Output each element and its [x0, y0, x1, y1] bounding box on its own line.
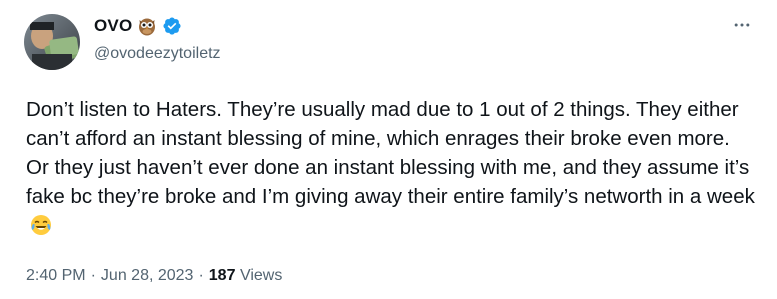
verified-badge-icon — [162, 16, 182, 36]
tweet-time[interactable]: 2:40 PM — [26, 267, 86, 285]
owl-emoji-icon — [137, 16, 157, 36]
author-display-name[interactable]: OVO — [94, 16, 132, 36]
tweet-text: Don’t listen to Haters. They’re usually … — [26, 95, 756, 240]
tweet-date[interactable]: Jun 28, 2023 — [101, 267, 194, 285]
separator: · — [198, 267, 204, 284]
author-handle[interactable]: @ovodeezytoiletz — [94, 45, 221, 63]
views-label: Views — [239, 267, 283, 284]
views-count: 187 — [208, 267, 236, 284]
face-with-tears-of-joy-emoji-icon — [30, 214, 52, 236]
author-name-row: OVO — [94, 16, 182, 36]
separator: · — [90, 267, 96, 284]
tweet-card: OVO @ovodeezytoiletz Don’t listen to Hat… — [0, 0, 777, 299]
tweet-meta: 2:40 PM · Jun 28, 2023 · 187 Views — [26, 267, 282, 285]
views[interactable]: 187 Views — [209, 267, 283, 285]
more-horizontal-icon — [732, 15, 752, 40]
tweet-text-content: Don’t listen to Haters. They’re usually … — [26, 98, 755, 208]
avatar[interactable] — [24, 14, 80, 70]
more-options-button[interactable] — [729, 14, 755, 40]
